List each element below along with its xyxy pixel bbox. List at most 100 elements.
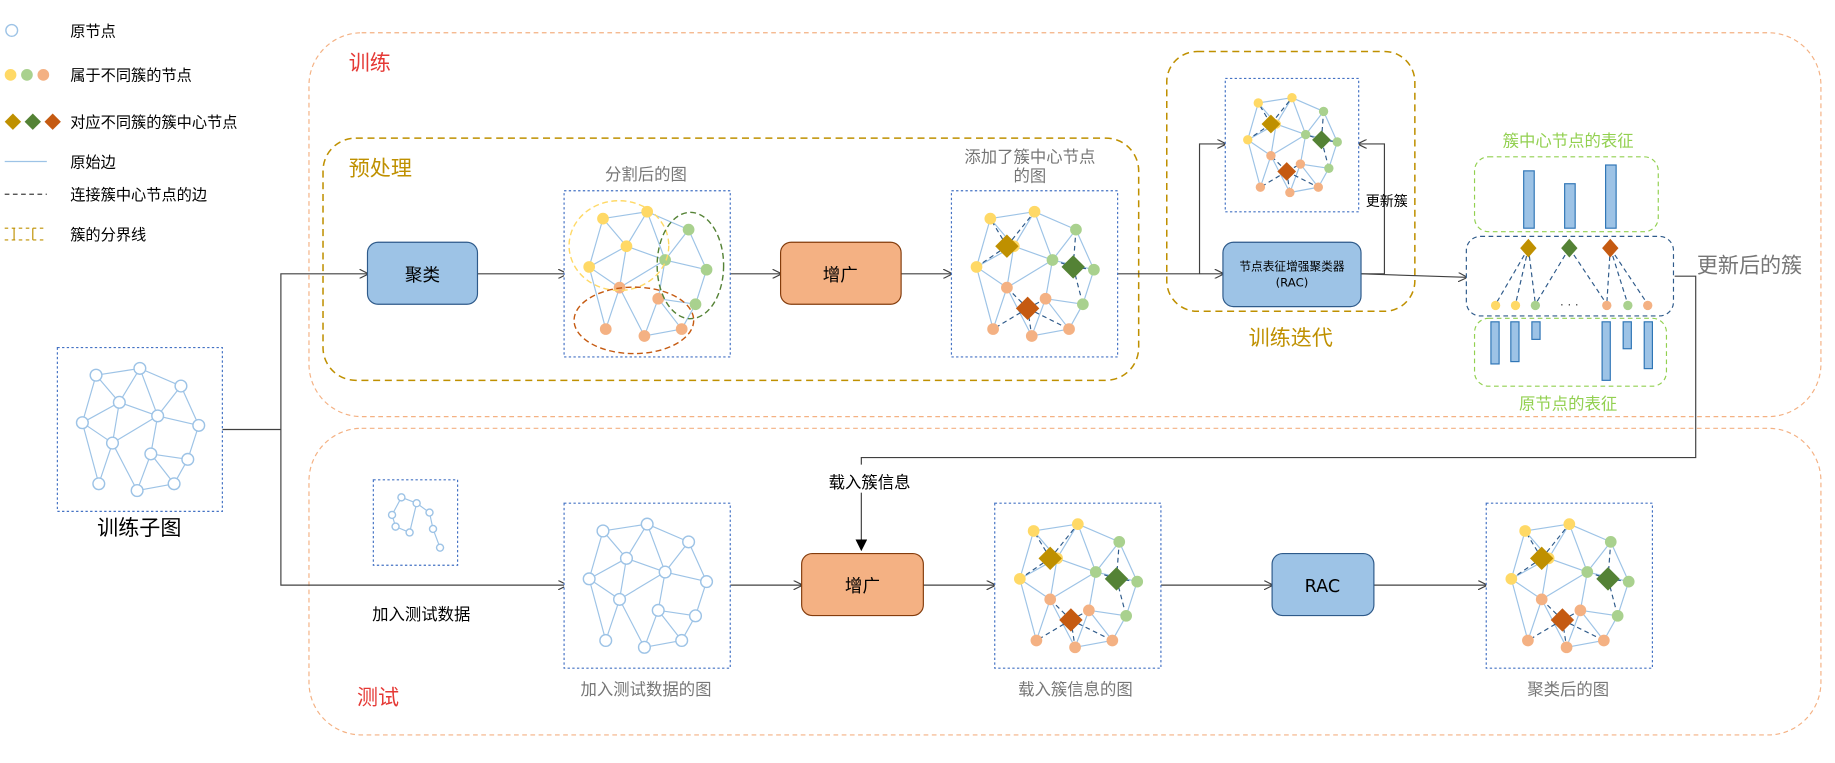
legend-original-edge-label: 原始边	[70, 153, 116, 171]
legend-yellow-node-icon	[4, 69, 17, 81]
graph-node	[397, 493, 406, 502]
graph-node	[1622, 575, 1635, 588]
train-iter-graph	[1224, 77, 1360, 213]
test-data-graph	[372, 479, 459, 566]
graph-node	[651, 603, 665, 617]
graph-node	[659, 254, 671, 266]
graph-node	[1535, 593, 1548, 606]
center-bar-3	[1605, 164, 1617, 229]
node-bar	[1643, 321, 1653, 370]
graph-node	[582, 572, 596, 586]
repr-node	[1643, 300, 1653, 311]
legend: 原节点 属于不同簇的节点 对应不同簇的簇中心节点 原始边 连接簇中心节点的边 簇…	[4, 22, 237, 244]
graph-node	[192, 418, 206, 432]
train-iter-title: 训练迭代	[1249, 325, 1333, 350]
graph-node	[620, 240, 633, 253]
split-graph-label: 分割后的图	[605, 165, 687, 184]
graph-node	[1077, 298, 1089, 311]
graph-node	[1030, 634, 1043, 647]
train-section-title: 训练	[349, 50, 391, 75]
graph-node	[1318, 106, 1329, 117]
graph-loaded-graph	[994, 502, 1162, 669]
graph-node	[984, 212, 997, 225]
graph-node	[1611, 609, 1624, 622]
graph-node	[167, 477, 181, 491]
graph-node	[105, 436, 120, 450]
graph-node	[1001, 281, 1013, 294]
graph-node	[1563, 518, 1576, 530]
graph-node	[1013, 573, 1026, 585]
graph-node	[428, 524, 438, 534]
graph-node	[1581, 566, 1594, 578]
graph-node	[181, 452, 195, 466]
graph-node	[675, 633, 689, 648]
graph-with-test-graph	[563, 502, 731, 669]
add-test-data-label: 加入测试数据	[372, 605, 470, 624]
graph-node	[1597, 634, 1610, 647]
graph-loaded-label: 载入簇信息的图	[1018, 680, 1133, 699]
graph-node	[1560, 641, 1573, 654]
graph-node	[700, 263, 713, 276]
graph-node	[1300, 129, 1311, 140]
node-bar	[1531, 321, 1541, 340]
repr-ellipsis: · · ·	[1560, 298, 1579, 312]
graph-node	[112, 395, 126, 409]
graph-node	[1332, 137, 1342, 147]
repr-node	[1510, 300, 1521, 311]
graph-node	[640, 517, 654, 531]
legend-cluster-centers-label: 对应不同簇的簇中心节点	[70, 114, 237, 132]
node-repr-frame	[1473, 317, 1668, 387]
graph-node	[1113, 536, 1126, 548]
graph-node	[1106, 634, 1119, 647]
graph-node	[1070, 223, 1082, 236]
graph-node	[1039, 292, 1052, 305]
graph-node	[1028, 205, 1041, 218]
repr-node	[1602, 300, 1612, 311]
graph-node	[1044, 593, 1057, 606]
node-bar	[1490, 321, 1500, 365]
graph-node	[1089, 566, 1102, 578]
graph-node	[1324, 163, 1334, 173]
svg-text:增广: 增广	[823, 266, 858, 286]
graph-node	[596, 524, 610, 538]
legend-green-node-icon	[21, 69, 33, 81]
graph-node	[133, 361, 147, 375]
svg-text:节点表征增强聚类器: 节点表征增强聚类器	[1239, 259, 1345, 273]
graph-node	[619, 551, 634, 565]
node-bar	[1601, 321, 1611, 381]
graph-node	[435, 543, 445, 552]
graph-node	[1025, 330, 1038, 342]
graph-clustered-label: 聚类后的图	[1527, 680, 1609, 699]
train-subgraph-graph	[56, 346, 223, 512]
graph-node	[412, 498, 421, 508]
graph-node	[174, 379, 188, 393]
legend-original-node-label: 原节点	[70, 22, 116, 40]
legend-boundary-icon	[4, 227, 47, 241]
svg-text:增广: 增广	[845, 577, 880, 597]
graph-node	[1243, 135, 1253, 145]
graph-node	[1046, 254, 1059, 266]
graph-node	[1071, 518, 1084, 530]
graph-clustered-graph	[1485, 502, 1653, 669]
graph-node	[1522, 634, 1534, 647]
preprocess-title: 预处理	[349, 156, 412, 181]
center-repr-label: 簇中心节点的表征	[1503, 131, 1634, 150]
repr-node	[1623, 300, 1633, 311]
graph-node	[658, 565, 672, 579]
graph-node	[682, 223, 695, 236]
updated-cluster-label: 更新后的簇	[1697, 253, 1802, 278]
legend-green-diamond-icon	[24, 113, 41, 130]
legend-orange-diamond-icon	[44, 113, 61, 130]
rac-box-top: 节点表征增强聚类器 (RAC)	[1222, 241, 1362, 308]
node-bar	[1622, 321, 1632, 350]
graph-node	[987, 323, 999, 335]
rac-box-bottom: RAC	[1271, 552, 1375, 617]
graph-node	[970, 261, 983, 273]
graph-node	[599, 323, 612, 335]
graph-node	[130, 484, 144, 498]
legend-salmon-node-icon	[37, 69, 50, 81]
update-cluster-label: 更新簇	[1366, 194, 1408, 210]
graph-node	[391, 522, 400, 531]
graph-node	[1253, 98, 1263, 108]
node-bar	[1510, 321, 1520, 363]
